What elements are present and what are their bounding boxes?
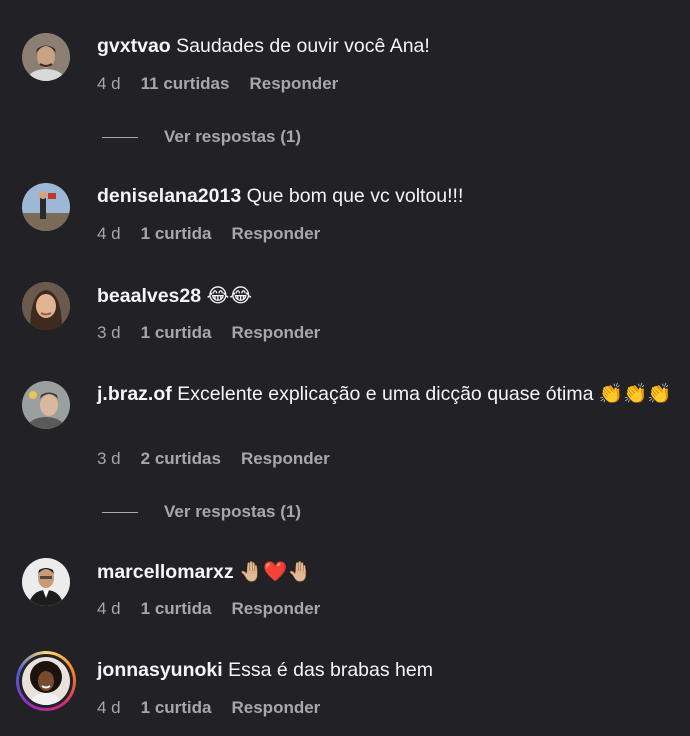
comment-meta: 4 d 1 curtida Responder [97, 698, 340, 718]
comment-username[interactable]: marcellomarxz [97, 561, 234, 583]
comment-meta: 3 d 2 curtidas Responder [97, 449, 350, 469]
avatar-with-story-ring[interactable] [16, 651, 76, 711]
comment-text: 😂😂 [206, 284, 253, 307]
comment-age: 4 d [97, 74, 121, 93]
comment-text: Saudades de ouvir você Ana! [176, 35, 430, 57]
comment-username[interactable]: jonnasyunoki [97, 659, 223, 681]
view-replies-label: Ver respostas (1) [164, 127, 302, 146]
avatar[interactable] [22, 33, 70, 81]
avatar-image [22, 282, 70, 330]
comment-text-line: beaalves28 😂😂 [97, 281, 678, 311]
divider-line [102, 136, 138, 138]
avatar-image [22, 33, 70, 81]
comment-age: 4 d [97, 224, 121, 243]
reply-button[interactable]: Responder [232, 323, 321, 343]
avatar[interactable] [22, 282, 70, 330]
avatar-image [22, 183, 70, 231]
comment-text-line: marcellomarxz 🤚🏼❤️🤚🏼 [97, 557, 678, 587]
comment-text: Essa é das brabas hem [228, 659, 433, 681]
divider-line [102, 511, 138, 513]
comment-age: 4 d [97, 599, 121, 618]
reply-button[interactable]: Responder [232, 698, 321, 718]
avatar[interactable] [22, 183, 70, 231]
avatar-image [22, 558, 70, 606]
comment-age: 4 d [97, 698, 121, 717]
comment-text-line: deniselana2013 Que bom que vc voltou!!! [97, 182, 678, 211]
reply-button[interactable]: Responder [232, 224, 321, 244]
comment-meta: 4 d 1 curtida Responder [97, 599, 340, 619]
comment-likes[interactable]: 1 curtida [141, 323, 212, 343]
avatar[interactable] [22, 381, 70, 429]
view-replies-button[interactable]: Ver respostas (1) [102, 502, 301, 522]
avatar [19, 654, 73, 708]
view-replies-label: Ver respostas (1) [164, 502, 302, 521]
comment-meta: 4 d 1 curtida Responder [97, 224, 340, 244]
avatar-image [22, 381, 70, 429]
comment-meta: 3 d 1 curtida Responder [97, 323, 340, 343]
comment-text: Que bom que vc voltou!!! [246, 185, 464, 207]
comment-text: Excelente explicação e uma dicção quase … [177, 383, 672, 405]
comment-meta: 4 d 11 curtidas Responder [97, 74, 358, 94]
comment-likes[interactable]: 1 curtida [141, 599, 212, 619]
comment-username[interactable]: j.braz.of [97, 383, 172, 405]
comment-text-line: gvxtvao Saudades de ouvir você Ana! [97, 32, 678, 61]
comment-likes[interactable]: 1 curtida [141, 698, 212, 718]
comment-text-line: jonnasyunoki Essa é das brabas hem [97, 656, 678, 685]
reply-button[interactable]: Responder [232, 599, 321, 619]
comment-text-line: j.braz.of Excelente explicação e uma dic… [97, 380, 678, 409]
comment-text: 🤚🏼❤️🤚🏼 [239, 560, 312, 583]
avatar[interactable] [22, 558, 70, 606]
comment-username[interactable]: gvxtvao [97, 35, 171, 57]
comment-username[interactable]: beaalves28 [97, 285, 201, 307]
reply-button[interactable]: Responder [249, 74, 338, 94]
comment-age: 3 d [97, 449, 121, 468]
reply-button[interactable]: Responder [241, 449, 330, 469]
view-replies-button[interactable]: Ver respostas (1) [102, 127, 301, 147]
avatar-image [22, 657, 70, 705]
comment-age: 3 d [97, 323, 121, 342]
comment-likes[interactable]: 1 curtida [141, 224, 212, 244]
comment-likes[interactable]: 11 curtidas [141, 74, 230, 94]
comment-likes[interactable]: 2 curtidas [141, 449, 221, 469]
comment-username[interactable]: deniselana2013 [97, 185, 241, 207]
